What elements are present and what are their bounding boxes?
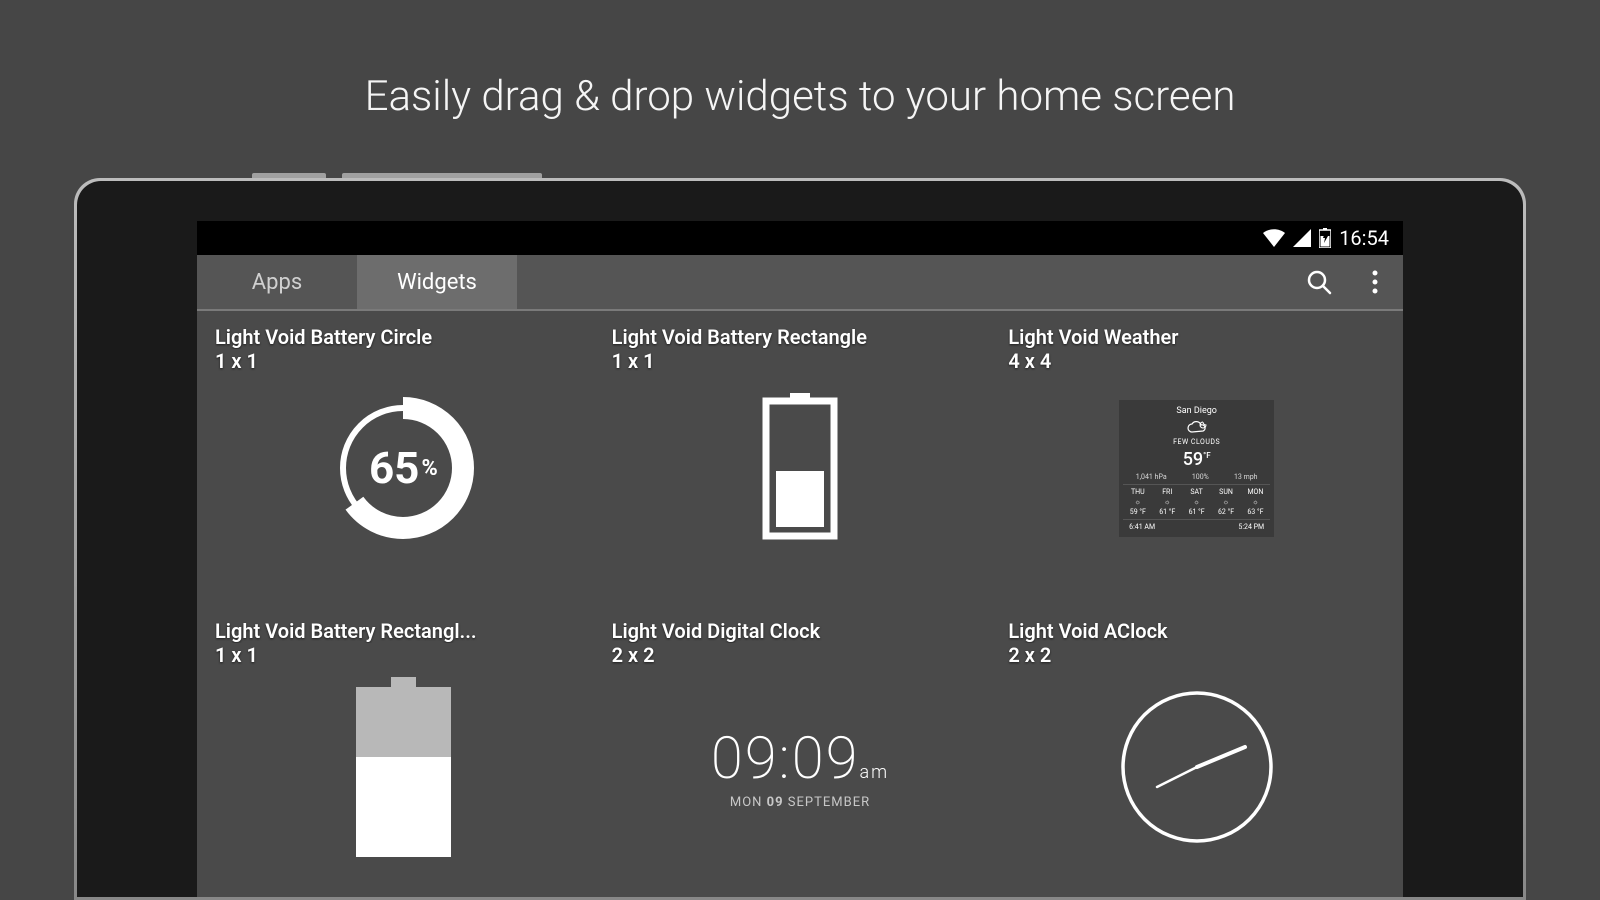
widget-battery-rectangle[interactable]: Light Void Battery Rectangle 1 x 1 [612,325,989,579]
forecast-temp: 61 °F [1159,508,1175,516]
weather-pressure: 1,041 hPa [1136,473,1167,481]
volume-rocker [342,173,542,178]
battery-percent-unit: % [421,456,437,481]
widget-title: Light Void Battery Circle [215,325,592,349]
search-button[interactable] [1291,254,1347,310]
weather-desc: FEW CLOUDS [1173,438,1220,446]
widget-title: Light Void AClock [1008,619,1385,643]
weather-wind: 13 mph [1234,473,1258,481]
forecast-temp: 59 °F [1130,508,1146,516]
widget-preview [1008,677,1385,857]
forecast-day: THU [1131,488,1145,496]
widget-size: 2 x 2 [1008,643,1385,667]
status-time: 16:54 [1339,226,1389,250]
tab-apps[interactable]: Apps [197,255,357,309]
weather-card: San Diego FEW CLOUDS 59°F 1,041 hPa 100%… [1119,400,1274,537]
tablet-bezel: 16:54 Apps Widgets Light Void Battery Ci… [77,181,1523,897]
battery-icon [1319,228,1331,248]
widget-title: Light Void Digital Clock [612,619,989,643]
tablet-frame: 16:54 Apps Widgets Light Void Battery Ci… [74,178,1526,900]
wifi-icon [1263,229,1285,247]
widget-preview: San Diego FEW CLOUDS 59°F 1,041 hPa 100%… [1008,383,1385,553]
clock-ampm: am [860,762,890,783]
widget-size: 2 x 2 [612,643,989,667]
overflow-menu-button[interactable] [1347,254,1403,310]
widget-weather[interactable]: Light Void Weather 4 x 4 San Diego FEW C… [1008,325,1385,579]
cloud-moon-icon [1186,419,1208,435]
widget-preview [612,383,989,553]
forecast-day: MON [1247,488,1263,496]
clock-time: 09:09 [711,725,860,793]
search-icon [1305,268,1333,296]
forecast-day: SUN [1219,488,1233,496]
battery-filled-icon [351,677,456,857]
clock-date-pre: MON [730,795,767,810]
widget-preview [215,677,592,857]
battery-outline-icon [760,393,840,543]
widget-title: Light Void Weather [1008,325,1385,349]
widget-battery-rectangle-alt[interactable]: Light Void Battery Rectangl... 1 x 1 [215,619,592,883]
tab-widgets[interactable]: Widgets [357,255,517,309]
headline: Easily drag & drop widgets to your home … [0,0,1600,121]
widget-analog-clock[interactable]: Light Void AClock 2 x 2 [1008,619,1385,883]
forecast-day: SAT [1190,488,1202,496]
clock-date-post: SEPTEMBER [784,795,871,810]
widget-size: 1 x 1 [215,643,592,667]
widget-size: 4 x 4 [1008,349,1385,373]
power-button [252,173,326,178]
analog-clock-icon [1117,687,1277,847]
forecast-day: FRI [1162,488,1172,496]
weather-city: San Diego [1176,406,1217,416]
status-bar: 16:54 [197,221,1403,255]
tablet-screen: 16:54 Apps Widgets Light Void Battery Ci… [197,221,1403,897]
clock-date-day: 09 [767,795,784,810]
sunrise: 6:41 AM [1129,523,1155,531]
weather-humidity: 100% [1192,473,1209,481]
forecast-temp: 61 °F [1189,508,1205,516]
battery-circle-icon: 65% [328,393,478,543]
weather-forecast-row: THU☼59 °F FRI☼61 °F SAT☼61 °F SUN☼62 °F … [1123,484,1270,520]
weather-unit: °F [1203,451,1210,460]
battery-percent-value: 65 [369,442,420,494]
widget-digital-clock[interactable]: Light Void Digital Clock 2 x 2 09:09am M… [612,619,989,883]
widget-title: Light Void Battery Rectangle [612,325,989,349]
widget-title: Light Void Battery Rectangl... [215,619,592,643]
widget-preview: 65% [215,383,592,553]
widget-size: 1 x 1 [215,349,592,373]
weather-temp: 59 [1183,449,1203,470]
tab-bar: Apps Widgets [197,255,1403,311]
forecast-temp: 62 °F [1218,508,1234,516]
signal-icon [1293,229,1311,247]
digital-clock-face: 09:09am MON 09 SEPTEMBER [711,725,889,810]
widget-size: 1 x 1 [612,349,989,373]
sunset: 5:24 PM [1238,523,1264,531]
forecast-temp: 63 °F [1247,508,1263,516]
widget-grid: Light Void Battery Circle 1 x 1 65% [197,311,1403,897]
more-vert-icon [1363,268,1387,296]
widget-preview: 09:09am MON 09 SEPTEMBER [612,677,989,857]
widget-battery-circle[interactable]: Light Void Battery Circle 1 x 1 65% [215,325,592,579]
